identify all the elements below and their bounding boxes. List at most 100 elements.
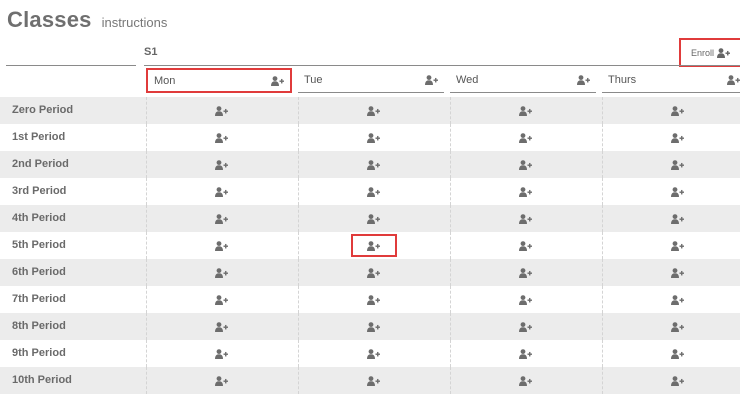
enroll-slot-thurs[interactable] [602,286,740,313]
instructions-link[interactable]: instructions [102,15,168,30]
highlighted-enroll-slot[interactable] [350,234,397,257]
add-user-icon [671,267,684,278]
page-header: Classes instructions [7,7,167,33]
enroll-slot-thurs[interactable] [602,178,740,205]
day-label: Mon [154,74,176,87]
period-row: 2nd Period [0,151,740,178]
enroll-slot-wed[interactable] [450,340,600,367]
period-row: 6th Period [0,259,740,286]
add-user-icon [215,159,228,170]
add-user-icon [367,186,380,197]
enroll-slot-wed[interactable] [450,313,600,340]
add-user-icon [367,213,380,224]
add-user-icon [519,321,532,332]
enroll-slot-mon[interactable] [146,151,296,178]
day-label: Wed [456,74,479,86]
add-user-icon [671,159,684,170]
enroll-slot-wed[interactable] [450,367,600,394]
enroll-slot-tue[interactable] [298,367,448,394]
enroll-slot-mon[interactable] [146,97,296,124]
period-row: 8th Period [0,313,740,340]
enroll-slot-wed[interactable] [450,97,600,124]
day-header-wed[interactable]: Wed [450,68,596,93]
period-label: 3rd Period [12,185,67,197]
enroll-slot-wed[interactable] [450,151,600,178]
day-label: Tue [304,74,323,86]
enroll-slot-wed[interactable] [450,232,600,259]
add-user-icon [425,75,438,85]
add-user-icon [367,105,380,116]
day-label: Thurs [608,74,637,86]
add-user-icon [367,267,380,278]
enroll-slot-mon[interactable] [146,313,296,340]
enroll-slot-thurs[interactable] [602,313,740,340]
period-row: 3rd Period [0,178,740,205]
enroll-button[interactable]: Enroll [679,38,740,67]
enroll-slot-tue[interactable] [298,124,448,151]
add-user-icon [215,186,228,197]
page-title: Classes [7,7,92,32]
enroll-slot-tue[interactable] [298,313,448,340]
enroll-slot-wed[interactable] [450,286,600,313]
enroll-slot-wed[interactable] [450,124,600,151]
add-user-icon [671,240,684,251]
enroll-slot-mon[interactable] [146,259,296,286]
enroll-slot-tue[interactable] [298,259,448,286]
add-user-icon [519,105,532,116]
add-user-icon [367,159,380,170]
add-user-icon [215,321,228,332]
enroll-slot-thurs[interactable] [602,124,740,151]
enroll-slot-wed[interactable] [450,178,600,205]
enroll-slot-tue[interactable] [298,205,448,232]
enroll-slot-tue[interactable] [298,178,448,205]
add-user-icon [215,267,228,278]
enroll-slot-mon[interactable] [146,124,296,151]
enroll-slot-mon[interactable] [146,286,296,313]
add-user-icon [215,105,228,116]
enroll-slot-wed[interactable] [450,259,600,286]
add-user-icon [367,240,380,251]
enroll-slot-tue[interactable] [298,232,448,259]
enroll-slot-tue[interactable] [298,97,448,124]
period-label: 8th Period [12,320,66,332]
day-header-tue[interactable]: Tue [298,68,444,93]
enroll-slot-thurs[interactable] [602,259,740,286]
enroll-slot-mon[interactable] [146,205,296,232]
add-user-icon [215,240,228,251]
enroll-slot-thurs[interactable] [602,97,740,124]
period-row: 1st Period [0,124,740,151]
period-label: 5th Period [12,239,66,251]
enroll-slot-thurs[interactable] [602,205,740,232]
period-row: 5th Period [0,232,740,259]
enroll-slot-mon[interactable] [146,367,296,394]
enroll-slot-thurs[interactable] [602,340,740,367]
add-user-icon [671,186,684,197]
day-header-thurs[interactable]: Thurs [602,68,740,93]
enroll-slot-wed[interactable] [450,205,600,232]
enroll-slot-mon[interactable] [146,340,296,367]
add-user-icon [717,47,731,58]
period-label: 6th Period [12,266,66,278]
period-label: 10th Period [12,374,72,386]
enroll-slot-tue[interactable] [298,286,448,313]
add-user-icon [577,75,590,85]
add-user-icon [215,348,228,359]
add-user-icon [215,294,228,305]
add-user-icon [215,132,228,143]
enroll-slot-thurs[interactable] [602,151,740,178]
add-user-icon [519,375,532,386]
enroll-slot-thurs[interactable] [602,367,740,394]
enroll-slot-tue[interactable] [298,340,448,367]
enroll-slot-thurs[interactable] [602,232,740,259]
add-user-icon [671,375,684,386]
period-label: 9th Period [12,347,66,359]
add-user-icon [519,348,532,359]
enroll-slot-tue[interactable] [298,151,448,178]
period-row: 4th Period [0,205,740,232]
period-row: 10th Period [0,367,740,394]
enroll-slot-mon[interactable] [146,178,296,205]
enroll-slot-mon[interactable] [146,232,296,259]
add-user-icon [519,186,532,197]
period-label: Zero Period [12,104,74,116]
day-header-mon[interactable]: Mon [146,68,292,93]
